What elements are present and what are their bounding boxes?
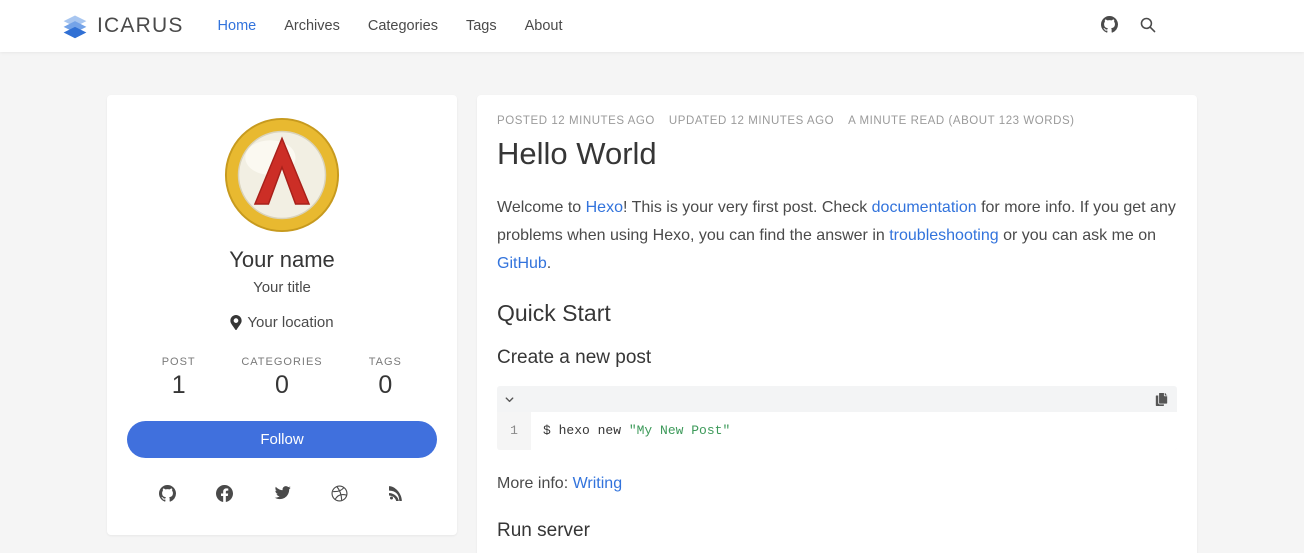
stat-categories[interactable]: CATEGORIES 0 [230, 356, 333, 400]
article-meta: POSTED 12 MINUTES AGO UPDATED 12 MINUTES… [497, 115, 1177, 127]
rss-icon [388, 485, 404, 506]
layers-icon [62, 13, 88, 39]
main-content: POSTED 12 MINUTES AGO UPDATED 12 MINUTES… [477, 95, 1197, 553]
chevron-down-icon[interactable] [504, 394, 515, 405]
social-links [127, 483, 437, 509]
social-rss[interactable] [383, 483, 409, 509]
nav-link-archives[interactable]: Archives [270, 12, 354, 40]
profile-card: Your name Your title Your location POST … [107, 95, 457, 535]
link-writing[interactable]: Writing [573, 475, 623, 492]
lambda-shield-avatar [224, 117, 340, 233]
nav-link-about[interactable]: About [511, 12, 577, 40]
copy-icon[interactable] [1155, 393, 1168, 406]
meta-updated: UPDATED 12 MINUTES AGO [669, 115, 834, 127]
intro-text-1: Welcome to [497, 199, 586, 216]
profile-title: Your title [127, 278, 437, 298]
meta-posted: POSTED 12 MINUTES AGO [497, 115, 655, 127]
stat-tags[interactable]: TAGS 0 [334, 356, 437, 400]
stat-post[interactable]: POST 1 [127, 356, 230, 400]
heading-quick-start: Quick Start [497, 300, 1177, 328]
code-line-numbers: 1 [497, 412, 531, 450]
intro-text-4: or you can ask me on [999, 227, 1156, 244]
map-marker-icon [230, 315, 242, 330]
more-info-label: More info: [497, 475, 573, 492]
intro-text-2: ! This is your very first post. Check [623, 199, 872, 216]
nav-link-categories[interactable]: Categories [354, 12, 452, 40]
stat-tags-label: TAGS [334, 356, 437, 368]
code-block-create-post: 1 $ hexo new "My New Post" [497, 386, 1177, 450]
intro-text-5: . [547, 255, 551, 272]
follow-button[interactable]: Follow [127, 421, 437, 458]
navbar-actions [1094, 11, 1288, 41]
social-dribbble[interactable] [326, 483, 352, 509]
more-info-writing: More info: Writing [497, 470, 1177, 498]
stat-post-value: 1 [127, 372, 230, 400]
github-icon [1101, 16, 1118, 36]
nav-item-home: Home [204, 12, 271, 40]
code-string-token: "My New Post" [629, 423, 730, 438]
stat-post-label: POST [127, 356, 230, 368]
brand-text: ICARUS [97, 14, 184, 38]
article-intro-paragraph: Welcome to Hexo! This is your very first… [497, 194, 1177, 278]
social-github[interactable] [155, 483, 181, 509]
code-block-toolbar [497, 386, 1177, 412]
sidebar: Your name Your title Your location POST … [107, 95, 457, 553]
link-troubleshooting[interactable]: troubleshooting [889, 227, 998, 244]
navbar-search-button[interactable] [1132, 11, 1162, 41]
link-github[interactable]: GitHub [497, 255, 547, 272]
page-title: Hello World [497, 135, 1177, 174]
dribbble-icon [331, 485, 348, 507]
nav-link-home[interactable]: Home [204, 12, 271, 40]
meta-read-time: A MINUTE READ (ABOUT 123 WORDS) [848, 115, 1074, 127]
nav-item-archives: Archives [270, 12, 354, 40]
article: POSTED 12 MINUTES AGO UPDATED 12 MINUTES… [477, 95, 1197, 553]
profile-location-text: Your location [247, 313, 333, 333]
heading-run-server: Run server [497, 520, 1177, 543]
github-icon [159, 485, 176, 507]
twitter-icon [273, 484, 291, 507]
profile-stats: POST 1 CATEGORIES 0 TAGS 0 [127, 356, 437, 400]
top-navbar: ICARUS Home Archives Categories Tags Abo… [0, 0, 1304, 52]
stat-categories-value: 0 [230, 372, 333, 400]
social-facebook[interactable] [212, 483, 238, 509]
nav-item-about: About [511, 12, 577, 40]
social-twitter[interactable] [269, 483, 295, 509]
nav-links: Home Archives Categories Tags About [204, 12, 577, 40]
stat-categories-label: CATEGORIES [230, 356, 333, 368]
profile-location: Your location [127, 313, 437, 333]
heading-create-new-post: Create a new post [497, 347, 1177, 370]
link-documentation[interactable]: documentation [872, 199, 977, 216]
avatar[interactable] [224, 117, 340, 233]
code-text: $ hexo new [543, 423, 629, 438]
profile-name: Your name [127, 247, 437, 273]
facebook-icon [216, 485, 233, 507]
nav-item-categories: Categories [354, 12, 452, 40]
nav-item-tags: Tags [452, 12, 511, 40]
nav-link-tags[interactable]: Tags [452, 12, 511, 40]
navbar-github-link[interactable] [1094, 11, 1124, 41]
brand-home-link[interactable]: ICARUS [62, 13, 184, 39]
stat-tags-value: 0 [334, 372, 437, 400]
link-hexo[interactable]: Hexo [586, 199, 623, 216]
search-icon [1139, 16, 1156, 36]
code-content[interactable]: $ hexo new "My New Post" [531, 412, 1177, 450]
page-container: Your name Your title Your location POST … [107, 52, 1197, 553]
code-block-body: 1 $ hexo new "My New Post" [497, 412, 1177, 450]
